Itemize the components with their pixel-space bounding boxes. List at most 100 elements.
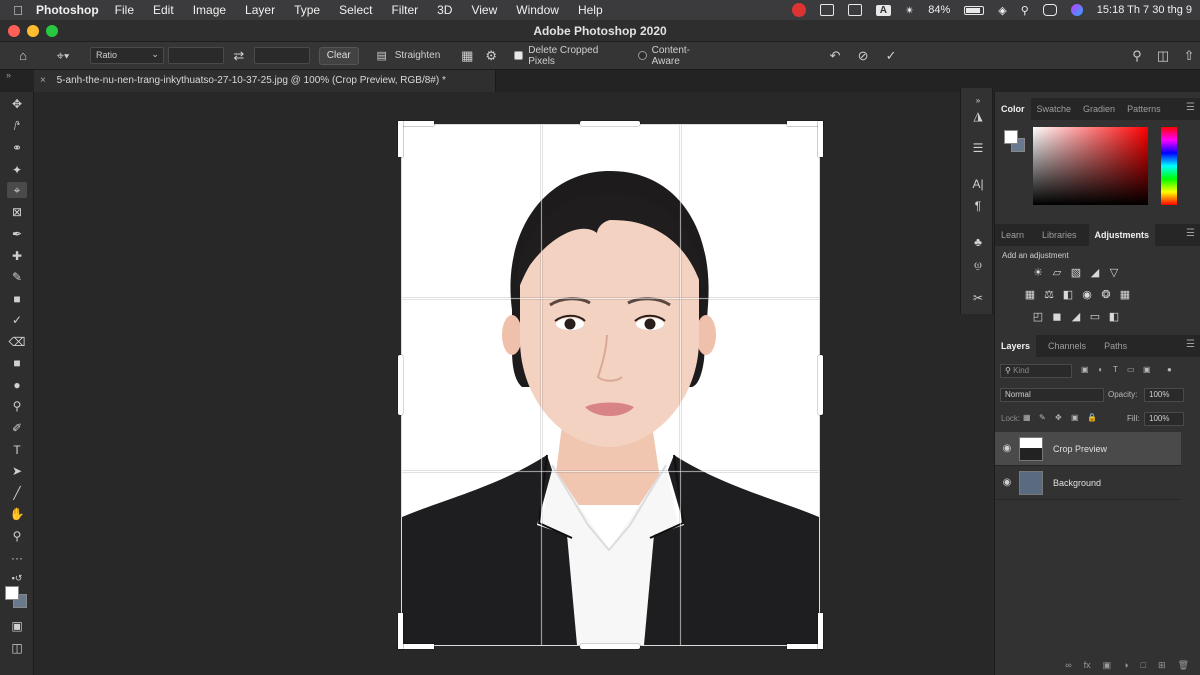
search-icon[interactable]: ⚲ <box>1126 47 1148 65</box>
tool-presets-icon[interactable]: ✂ <box>969 290 987 306</box>
move-tool-icon[interactable]: ✥ <box>7 96 27 112</box>
black-white-icon[interactable]: ◧ <box>1061 288 1075 301</box>
notes-icon[interactable] <box>847 4 862 16</box>
filter-adjustment-icon[interactable]: ◑ <box>1097 365 1102 374</box>
dock-collapse-icon[interactable]: » <box>969 92 987 108</box>
siri-icon[interactable] <box>1070 4 1083 16</box>
color-balance-icon[interactable]: ⚖ <box>1042 288 1056 301</box>
vibrance-icon[interactable]: ▽ <box>1107 266 1121 279</box>
overlay-grid-icon[interactable]: ▦ <box>456 47 478 65</box>
cancel-crop-icon[interactable]: ⊘ <box>852 47 874 65</box>
tab-color[interactable]: Color <box>995 98 1031 120</box>
frame-tool-icon[interactable]: ⊠ <box>7 204 27 220</box>
crop-height-input[interactable] <box>253 47 310 64</box>
healing-brush-tool-icon[interactable]: ✚ <box>7 248 27 264</box>
new-layer-icon[interactable]: ⊞ <box>1158 660 1166 671</box>
straighten-button[interactable]: Straighten <box>395 50 441 61</box>
history-brush-tool-icon[interactable]: ✓ <box>7 312 27 328</box>
tab-learn[interactable]: Learn <box>995 224 1030 246</box>
clone-stamp-tool-icon[interactable]: ■ <box>7 291 27 307</box>
hand-tool-icon[interactable]: ✋ <box>7 506 27 522</box>
filter-smart-object-icon[interactable]: ▣ <box>1143 365 1151 374</box>
tab-swatches[interactable]: Swatche <box>1031 98 1078 120</box>
menu-file[interactable]: File <box>115 3 134 17</box>
eyedropper-tool-icon[interactable]: ✒ <box>7 226 27 242</box>
exposure-icon[interactable]: ◢ <box>1088 266 1102 279</box>
type-tool-icon[interactable]: T <box>7 442 27 458</box>
lock-image-icon[interactable]: ✎ <box>1039 413 1046 422</box>
document-tab[interactable]: × 5-anh-the-nu-nen-trang-inkythuatso-27-… <box>34 70 496 92</box>
character-styles-icon[interactable]: ⍹ <box>969 256 987 272</box>
menu-image[interactable]: Image <box>193 3 226 17</box>
menu-edit[interactable]: Edit <box>153 3 174 17</box>
panel-menu-icon[interactable]: ☰ <box>1186 339 1195 350</box>
tab-adjustments[interactable]: Adjustments <box>1088 224 1156 246</box>
filter-type-icon[interactable]: T <box>1113 365 1118 374</box>
crop-handle-bottom-middle[interactable] <box>580 644 640 649</box>
filter-shape-icon[interactable]: ▭ <box>1127 365 1135 374</box>
screen-mode-icon[interactable]: ◫ <box>7 640 27 656</box>
line-tool-icon[interactable]: ╱ <box>7 485 27 501</box>
menu-filter[interactable]: Filter <box>391 3 418 17</box>
color-lookup-icon[interactable]: ▦ <box>1118 288 1132 301</box>
collapse-panels-icon[interactable]: » <box>6 70 11 80</box>
magic-wand-tool-icon[interactable]: ✦ <box>7 162 27 178</box>
hue-slider[interactable] <box>1161 127 1177 205</box>
crop-handle-top-middle[interactable] <box>580 121 640 126</box>
screen-share-icon[interactable] <box>819 4 834 16</box>
lock-position-icon[interactable]: ✥ <box>1055 413 1062 422</box>
menu-layer[interactable]: Layer <box>245 3 275 17</box>
delete-layer-icon[interactable]: 🗑 <box>1178 660 1189 671</box>
tab-layers[interactable]: Layers <box>995 335 1037 357</box>
input-source-icon[interactable]: A <box>875 4 891 16</box>
reset-crop-icon[interactable]: ↶ <box>824 47 846 65</box>
lock-all-icon[interactable]: 🔒 <box>1087 413 1097 422</box>
brightness-contrast-icon[interactable]: ☀ <box>1031 266 1045 279</box>
creative-cloud-icon[interactable] <box>791 3 806 17</box>
link-layers-icon[interactable]: ∞ <box>1065 660 1071 670</box>
clear-button[interactable]: Clear <box>318 46 359 65</box>
control-center-icon[interactable] <box>1042 4 1057 16</box>
opacity-input[interactable]: 100% <box>1144 388 1184 402</box>
app-menu[interactable]: Photoshop <box>36 3 99 17</box>
commit-crop-icon[interactable]: ✓ <box>880 47 902 65</box>
layer-row-background[interactable]: ◉ Background <box>995 466 1181 500</box>
new-adjustment-layer-icon[interactable]: ◑ <box>1123 660 1128 670</box>
crop-handle-bottom-left[interactable] <box>398 644 434 649</box>
visibility-eye-icon[interactable]: ◉ <box>995 477 1019 488</box>
character-panel-icon[interactable]: A| <box>969 176 987 192</box>
zoom-tool-icon[interactable]: ⚲ <box>7 528 27 544</box>
blur-tool-icon[interactable]: ● <box>7 377 27 393</box>
layer-row-crop-preview[interactable]: ◉ Crop Preview <box>995 432 1181 466</box>
path-selection-tool-icon[interactable]: ➤ <box>7 463 27 479</box>
delete-cropped-pixels-checkbox[interactable] <box>514 51 524 60</box>
crop-handle-top-right-v[interactable] <box>818 121 823 157</box>
color-field[interactable] <box>1033 127 1148 205</box>
ratio-select[interactable]: Ratio ⌄ <box>89 47 164 64</box>
invert-icon[interactable]: ◰ <box>1031 310 1045 323</box>
straighten-icon[interactable]: ▤ <box>371 47 393 65</box>
fill-input[interactable]: 100% <box>1144 412 1184 426</box>
tab-paths[interactable]: Paths <box>1098 335 1133 357</box>
pen-tool-icon[interactable]: ✐ <box>7 420 27 436</box>
brush-tool-icon[interactable]: ✎ <box>7 269 27 285</box>
glyphs-panel-icon[interactable]: ♣ <box>969 234 987 250</box>
close-tab-icon[interactable]: × <box>40 75 46 86</box>
content-aware-checkbox[interactable] <box>637 51 647 60</box>
default-colors-icon[interactable]: ▪↺ <box>7 570 27 586</box>
quick-mask-icon[interactable]: ▣ <box>7 618 27 634</box>
photo-filter-icon[interactable]: ◉ <box>1080 288 1094 301</box>
crop-handle-top-left[interactable] <box>398 121 434 126</box>
tab-channels[interactable]: Channels <box>1042 335 1092 357</box>
layer-style-icon[interactable]: fx <box>1084 660 1091 670</box>
layer-name[interactable]: Background <box>1053 478 1101 488</box>
lock-transparent-icon[interactable]: ▦ <box>1023 413 1031 422</box>
home-icon[interactable]: ⌂ <box>12 47 34 65</box>
filter-toggle-icon[interactable]: ● <box>1167 365 1172 374</box>
tab-libraries[interactable]: Libraries <box>1036 224 1083 246</box>
crop-handle-right-middle[interactable] <box>818 355 823 415</box>
color-foreground-swatch[interactable] <box>1004 130 1018 144</box>
history-panel-icon[interactable]: ◮ <box>969 108 987 124</box>
add-mask-icon[interactable]: ▣ <box>1103 660 1112 671</box>
crop-width-input[interactable] <box>167 47 224 64</box>
